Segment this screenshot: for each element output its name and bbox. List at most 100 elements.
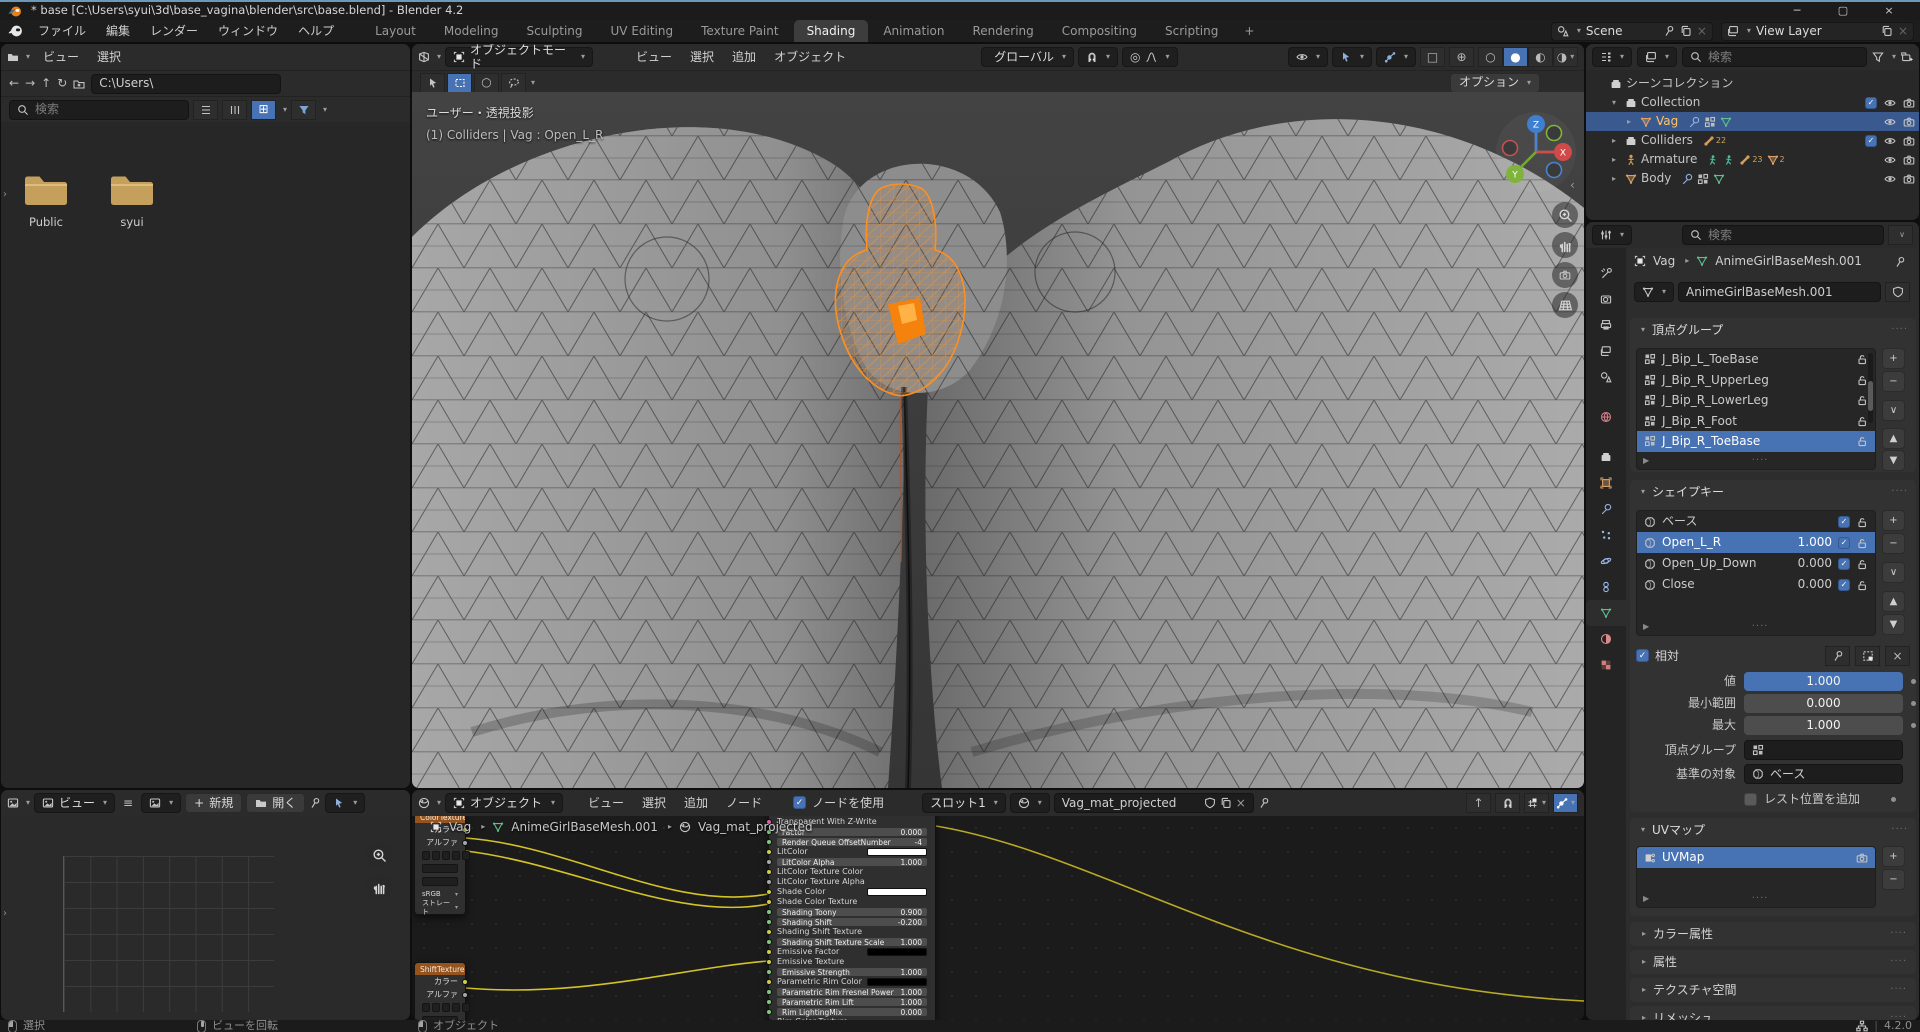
file-browser-menu[interactable]: 選択 [88, 47, 130, 67]
new-layer-icon[interactable] [1881, 25, 1893, 37]
shading-rendered-button[interactable]: ◑▾ [1553, 47, 1578, 67]
node-input-row[interactable]: Parametric Rim Color [769, 977, 935, 987]
perspective-toggle-button[interactable] [1552, 292, 1578, 318]
image-view-menu[interactable]: ビュー▾ [34, 793, 115, 813]
material-name-field[interactable]: Vag_mat_projected × [1054, 793, 1254, 813]
editor-type-icon[interactable] [418, 51, 430, 63]
file-search-input[interactable]: 検索 [9, 100, 189, 120]
path-field[interactable]: C:\Users\ [91, 74, 281, 94]
selectability-checkbox[interactable]: ✓ [1865, 135, 1877, 147]
properties-tab[interactable] [1586, 652, 1626, 678]
node-input-row[interactable]: Shading Shift Texture [769, 927, 935, 937]
outliner-search-input[interactable]: 検索 [1682, 47, 1867, 67]
proportional-edit-selector[interactable]: ◎▾ [1122, 47, 1178, 67]
insert-node-button[interactable]: ↑ [1466, 793, 1491, 813]
properties-tab[interactable] [1586, 574, 1626, 600]
vertex-group-row[interactable]: J_Bip_R_LowerLeg [1637, 390, 1875, 411]
animate-dot[interactable] [1911, 679, 1916, 684]
viewport-menu[interactable]: 追加 [723, 47, 765, 67]
eye-icon[interactable] [1884, 116, 1896, 128]
shading-material-button[interactable]: ◐ [1528, 47, 1553, 67]
material-browse[interactable]: ▾ [1010, 793, 1050, 813]
workspace-tab[interactable]: Texture Paint [688, 20, 791, 42]
maximize-button[interactable]: ▢ [1820, 2, 1866, 20]
mesh-name-field[interactable]: AnimeGirlBaseMesh.001 [1678, 282, 1881, 302]
shader-menu[interactable]: ビュー [579, 793, 633, 813]
duplicate-material-icon[interactable] [1220, 796, 1232, 810]
animate-dot[interactable] [1911, 723, 1916, 728]
navigation-gizmo[interactable]: Z X Y [1494, 108, 1578, 192]
node-input-row[interactable]: Shade Color Texture [769, 897, 935, 907]
scrollbar[interactable] [1868, 381, 1873, 411]
shader-type-selector[interactable]: オブジェクト▾ [445, 793, 563, 813]
pin-shapekey-button[interactable] [1825, 646, 1850, 666]
remove-uv-map-button[interactable]: − [1882, 869, 1905, 890]
camera-visibility-icon[interactable] [1903, 116, 1915, 128]
eye-icon[interactable] [1884, 97, 1896, 109]
node-input-row[interactable]: Emissive Texture [769, 957, 935, 967]
shape-key-row[interactable]: Close 0.000 ✓ [1637, 574, 1875, 595]
properties-tab[interactable] [1586, 626, 1626, 652]
lock-icon[interactable] [1856, 516, 1868, 528]
relative-checkbox[interactable]: ✓相対 [1636, 649, 1679, 663]
move-down-button[interactable]: ▼ [1882, 614, 1905, 635]
lock-icon[interactable] [1856, 537, 1868, 549]
add-vertex-group-button[interactable]: + [1882, 348, 1905, 369]
folder-item[interactable]: Public [15, 172, 77, 230]
workspace-tab[interactable]: Shading [794, 20, 869, 42]
node-input-row[interactable]: Emissive Factor [769, 947, 935, 957]
display-vertical-list-button[interactable] [193, 100, 218, 120]
shading-solid-button[interactable]: ● [1503, 47, 1528, 67]
shader-menu[interactable]: 追加 [675, 793, 717, 813]
properties-search-input[interactable]: 検索 [1682, 225, 1884, 245]
shader-menu[interactable]: ノード [717, 793, 771, 813]
app-menu-item[interactable]: ファイル [28, 22, 96, 40]
properties-tab[interactable] [1586, 286, 1626, 312]
image-canvas-grid[interactable] [63, 856, 274, 1012]
camera-visibility-icon[interactable] [1903, 97, 1915, 109]
remove-vertex-group-button[interactable]: − [1882, 371, 1905, 392]
collapsed-section[interactable]: ▸カラー属性···· [1630, 922, 1916, 946]
pin-icon[interactable] [1258, 797, 1270, 809]
properties-tab[interactable] [1586, 364, 1626, 390]
app-menu-item[interactable]: 編集 [96, 22, 140, 40]
value-slider[interactable]: 1.000 [1744, 672, 1903, 691]
node-input-row[interactable]: LitColor Texture Color [769, 867, 935, 877]
workspace-tab[interactable]: Modeling [431, 20, 512, 42]
sidebar-toggle[interactable]: › [3, 189, 7, 201]
node-input-row[interactable]: Shading Shift Texture Scale1.000 [769, 937, 935, 947]
panel-header[interactable]: ▾頂点グループ···· [1630, 318, 1916, 342]
lock-icon[interactable] [1856, 415, 1868, 427]
lock-icon[interactable] [1856, 435, 1868, 447]
properties-options-dropdown[interactable]: ∨ [1888, 225, 1913, 245]
overlays-toggle[interactable]: ▾ [1553, 793, 1578, 813]
workspace-tab[interactable]: Rendering [960, 20, 1047, 42]
lock-icon[interactable] [1856, 394, 1868, 406]
workspace-tab[interactable]: Layout [362, 20, 429, 42]
relative-key-field[interactable]: ベース [1744, 764, 1903, 784]
outliner-row[interactable]: ▸ Body [1586, 169, 1919, 188]
menu-burger-icon[interactable]: ≡ [119, 796, 137, 810]
transform-orientation-selector[interactable]: グローバル▾ [981, 47, 1074, 67]
outliner-row[interactable]: ▸ Colliders 22 ✓ [1586, 131, 1919, 150]
viewport-menu[interactable]: オブジェクト [765, 47, 855, 67]
gizmos-toggle[interactable]: ▾ [1332, 47, 1372, 67]
editor-type-selector[interactable]: ▾ [1592, 225, 1632, 245]
viewport-canvas[interactable] [412, 92, 1584, 788]
extensions-status-icon[interactable] [1856, 1020, 1868, 1032]
select-lasso-tool-button[interactable] [501, 73, 526, 93]
unlink-material-icon[interactable]: × [1236, 796, 1246, 810]
move-up-button[interactable]: ▲ [1882, 591, 1905, 612]
panel-header[interactable]: ▾UVマップ···· [1630, 818, 1916, 842]
display-size-dropdown[interactable]: ▾ [283, 105, 287, 115]
workspace-tab[interactable]: Animation [870, 20, 957, 42]
options-button[interactable]: オプション▾ [1450, 73, 1540, 93]
app-menu-item[interactable]: ウィンドウ [208, 22, 288, 40]
file-browser-menu[interactable]: ビュー [34, 47, 88, 67]
sidebar-collapse-arrow[interactable]: ‹ [1570, 178, 1575, 192]
display-thumbnails-button[interactable]: ⊞ [251, 100, 276, 120]
toolbar-toggle[interactable]: › [3, 908, 7, 920]
fake-user-icon[interactable] [1204, 796, 1216, 810]
editor-type-icon[interactable] [7, 51, 19, 63]
outliner-row[interactable]: ▸ Vag [1586, 112, 1919, 131]
